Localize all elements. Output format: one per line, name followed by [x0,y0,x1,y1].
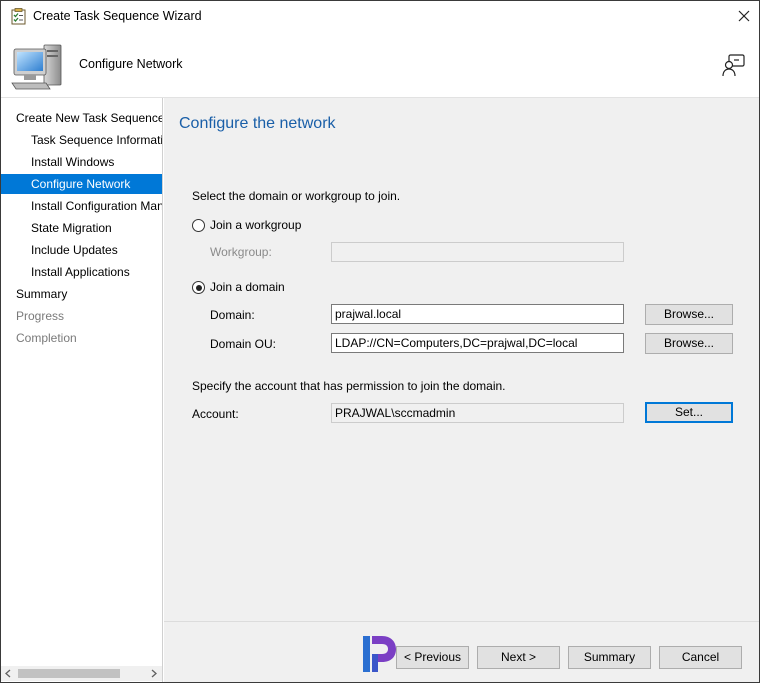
logo-icon [361,634,399,674]
network-intro-text: Select the domain or workgroup to join. [192,189,401,203]
scrollbar-thumb[interactable] [18,669,120,678]
task-sequence-icon [11,8,26,25]
wizard-nav: Create New Task Sequence Task Sequence I… [1,98,163,682]
cancel-button[interactable]: Cancel [659,646,742,669]
join-domain-label[interactable]: Join a domain [210,280,285,294]
account-field: PRAJWAL\sccmadmin [331,403,624,423]
nav-item-create-new-task-sequence[interactable]: Create New Task Sequence [1,108,162,128]
nav-horizontal-scrollbar[interactable] [1,666,162,681]
nav-item-summary[interactable]: Summary [1,284,162,304]
account-intro-text: Specify the account that has permission … [192,379,506,393]
nav-item-configure-network[interactable]: Configure Network [1,174,162,194]
nav-item-install-configuration-manager[interactable]: Install Configuration Manager [1,196,162,216]
join-workgroup-radio[interactable] [192,219,205,232]
nav-item-state-migration[interactable]: State Migration [1,218,162,238]
footer-divider [164,621,759,622]
browse-domain-ou-button[interactable]: Browse... [645,333,733,354]
close-button[interactable] [731,5,757,27]
header-title: Configure Network [79,57,183,71]
nav-item-install-applications[interactable]: Install Applications [1,262,162,282]
wizard-content: Configure the network Select the domain … [164,98,759,682]
domain-ou-label: Domain OU: [210,337,277,351]
wizard-window: Create Task Sequence Wizard Configure Ne… [0,0,760,683]
join-domain-radio[interactable] [192,281,205,294]
window-title: Create Task Sequence Wizard [33,9,202,23]
previous-button[interactable]: < Previous [396,646,469,669]
computer-monitor-icon [10,41,66,93]
browse-domain-button[interactable]: Browse... [645,304,733,325]
workgroup-input[interactable] [331,242,624,262]
workgroup-label: Workgroup: [210,245,272,259]
nav-item-task-sequence-information[interactable]: Task Sequence Information [1,130,162,150]
domain-label: Domain: [210,308,255,322]
help-person-icon[interactable] [721,52,747,78]
next-button[interactable]: Next > [477,646,560,669]
account-label: Account: [192,407,239,421]
chevron-right-icon[interactable] [150,669,158,678]
nav-item-completion: Completion [16,331,77,345]
domain-ou-input[interactable]: LDAP://CN=Computers,DC=prajwal,DC=local [331,333,624,353]
wizard-header: Configure Network [1,32,759,98]
domain-input[interactable]: prajwal.local [331,304,624,324]
close-icon [738,10,750,22]
title-bar: Create Task Sequence Wizard [1,1,759,32]
chevron-left-icon[interactable] [4,669,12,678]
nav-item-include-updates[interactable]: Include Updates [1,240,162,260]
page-title: Configure the network [179,115,336,132]
nav-item-install-windows[interactable]: Install Windows [1,152,162,172]
summary-button[interactable]: Summary [568,646,651,669]
join-workgroup-label[interactable]: Join a workgroup [210,218,301,232]
nav-item-progress: Progress [16,309,65,323]
set-account-button[interactable]: Set... [645,402,733,423]
